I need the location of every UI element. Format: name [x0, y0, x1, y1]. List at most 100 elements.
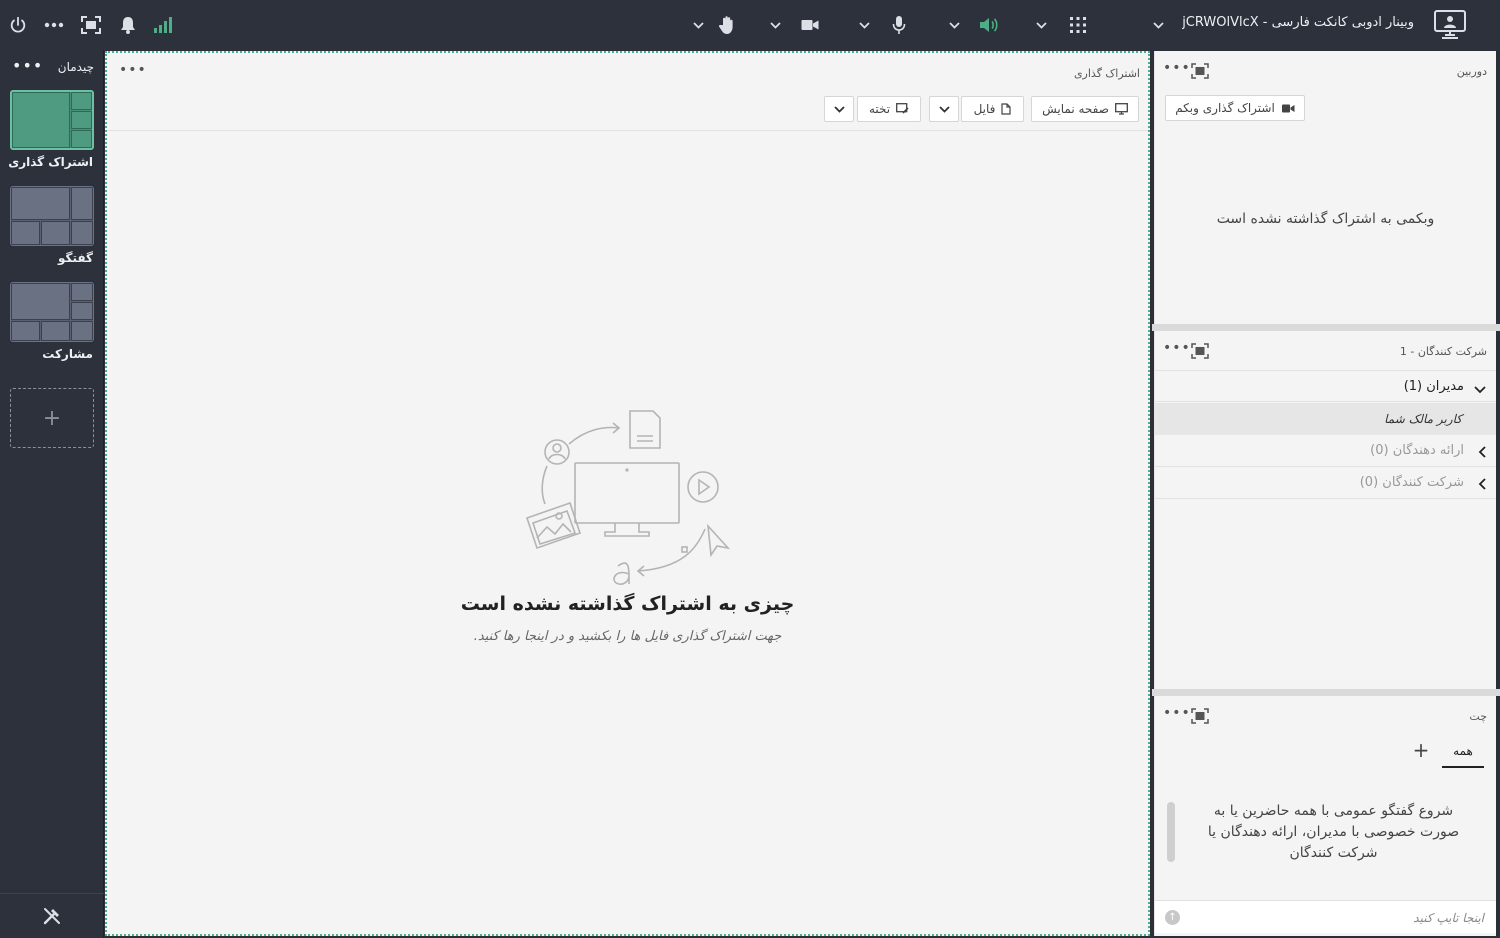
group-participants-label: شرکت کنندگان (0) — [1359, 475, 1464, 490]
more-icon[interactable] — [41, 12, 67, 38]
hand-raise-icon[interactable] — [714, 12, 740, 38]
share-file-dropdown[interactable] — [929, 96, 959, 122]
chat-scrollbar[interactable] — [1167, 802, 1175, 862]
layout-thumb-collaboration[interactable] — [10, 282, 94, 342]
chat-input[interactable]: اینجا تایپ کنید ↑ — [1155, 900, 1496, 933]
layout-cell — [12, 92, 70, 148]
mic-menu-chevron-icon[interactable] — [856, 14, 872, 36]
share-pod-title: اشتراک گذاری — [1073, 67, 1140, 80]
chat-pod-more-icon[interactable]: ••• — [1163, 705, 1191, 721]
participants-pod-more-icon[interactable]: ••• — [1163, 340, 1191, 356]
layout-cell — [71, 302, 93, 320]
chat-welcome-message: شروع گفتگو عمومی با همه حاضرین یا به صور… — [1207, 803, 1460, 861]
maximize-icon[interactable] — [1191, 63, 1211, 81]
camera-pod: دوربین ••• اشتراک گذاری وبکم وبکمی به اش… — [1154, 51, 1496, 324]
share-whiteboard-button[interactable]: تخته — [857, 96, 921, 122]
signal-icon — [150, 12, 176, 38]
webcam-icon — [1281, 104, 1295, 112]
participants-pod-title: شرکت کنندگان - 1 — [1399, 345, 1487, 358]
layout-cell — [71, 321, 93, 341]
group-presenters-label: ارائه دهندگان (0) — [1370, 443, 1464, 458]
layout-cell — [71, 92, 92, 110]
chat-pod-title: چت — [1469, 710, 1487, 723]
sidebar-divider — [0, 893, 104, 894]
group-hosts[interactable]: مدیران (1) — [1155, 370, 1496, 402]
speaker-menu-chevron-icon[interactable] — [946, 14, 962, 36]
speaker-icon[interactable] — [977, 12, 1003, 38]
layout-cell — [11, 321, 40, 341]
top-bar: وبینار ادوبی کانکت فارسی - jCRWOlVlcX — [0, 0, 1500, 50]
camera-pod-header: دوربین ••• — [1155, 51, 1496, 91]
chat-pod-header: چت ••• — [1155, 696, 1496, 736]
apps-grid-icon[interactable] — [1065, 12, 1091, 38]
layout-label-discussion[interactable]: گفتگو — [58, 251, 93, 265]
layout-thumb-discussion[interactable] — [10, 186, 94, 246]
empty-share-title: چیزی به اشتراک گذاشته نشده است — [460, 593, 795, 615]
maximize-icon[interactable] — [1191, 708, 1211, 726]
apps-menu-chevron-icon[interactable] — [1033, 14, 1049, 36]
layout-label-sharing[interactable]: اشتراک گذاری — [8, 155, 93, 169]
layout-cell — [71, 130, 92, 148]
share-pod-more-icon[interactable]: ••• — [119, 62, 147, 78]
share-pod: اشتراک گذاری ••• صفحه نمایش فایل تخته چی… — [105, 51, 1150, 936]
layout-cell — [71, 283, 93, 301]
meeting-menu-chevron-icon[interactable] — [1150, 14, 1166, 36]
no-webcam-message: وبکمی به اشتراک گذاشته نشده است — [1216, 211, 1435, 227]
camera-pod-title: دوربین — [1456, 65, 1487, 78]
tools-icon[interactable] — [42, 906, 62, 926]
participants-pod-header: شرکت کنندگان - 1 ••• — [1155, 331, 1496, 371]
monitor-icon — [1114, 103, 1128, 115]
fullscreen-icon[interactable] — [78, 12, 104, 38]
share-webcam-button[interactable]: اشتراک گذاری وبکم — [1165, 95, 1305, 121]
empty-share-illustration — [525, 410, 731, 585]
chevron-down-icon — [833, 105, 845, 113]
chat-tab-all[interactable]: همه — [1442, 740, 1484, 768]
meeting-monitor-icon — [1432, 8, 1468, 42]
share-file-label: فایل — [973, 102, 996, 116]
whiteboard-icon — [896, 103, 909, 114]
share-screen-button[interactable]: صفحه نمایش — [1031, 96, 1139, 122]
chevron-down-icon — [938, 105, 950, 113]
add-chat-tab-button[interactable]: + — [1410, 740, 1432, 762]
bell-icon[interactable] — [115, 12, 141, 38]
chevron-left-icon — [1472, 443, 1486, 458]
layout-cell — [71, 221, 93, 245]
share-whiteboard-dropdown[interactable] — [824, 96, 854, 122]
empty-share-subtitle: جهت اشتراک گذاری فایل ها را بکشید و در ا… — [473, 629, 782, 644]
chat-pod: چت ••• همه + شروع گفتگو عمومی با همه حاض… — [1154, 696, 1496, 936]
file-icon — [1001, 103, 1012, 115]
camera-icon[interactable] — [797, 12, 823, 38]
layout-label-collaboration[interactable]: مشارکت — [42, 347, 93, 361]
share-file-button[interactable]: فایل — [961, 96, 1024, 122]
participant-name: کاربر مالک شما — [1384, 412, 1462, 426]
layout-cell — [71, 187, 93, 220]
layout-cell — [11, 187, 70, 220]
power-icon[interactable] — [5, 12, 31, 38]
hand-menu-chevron-icon[interactable] — [690, 14, 706, 36]
layout-cell — [41, 221, 70, 245]
layouts-sidebar: چیدمان ••• اشتراک گذاری گفتگو مشارکت + — [0, 50, 104, 938]
group-hosts-label: مدیران (1) — [1403, 379, 1464, 394]
add-layout-button[interactable]: + — [10, 388, 94, 448]
pod-separator — [1152, 324, 1500, 331]
chevron-left-icon — [1472, 475, 1486, 490]
share-screen-label: صفحه نمایش — [1042, 102, 1109, 116]
layouts-more-icon[interactable]: ••• — [12, 56, 43, 75]
participant-current-user[interactable]: کاربر مالک شما — [1155, 403, 1496, 435]
group-presenters[interactable]: ارائه دهندگان (0) — [1155, 435, 1496, 467]
participants-pod: شرکت کنندگان - 1 ••• مدیران (1) کاربر ما… — [1154, 331, 1496, 689]
layout-cell — [11, 283, 70, 320]
chat-input-placeholder: اینجا تایپ کنید — [1413, 911, 1484, 925]
layout-cell — [11, 221, 40, 245]
maximize-icon[interactable] — [1191, 343, 1211, 361]
send-icon[interactable]: ↑ — [1165, 910, 1180, 925]
group-participants[interactable]: شرکت کنندگان (0) — [1155, 467, 1496, 499]
layout-cell — [71, 111, 92, 129]
share-webcam-label: اشتراک گذاری وبکم — [1175, 101, 1275, 115]
layout-cell — [41, 321, 70, 341]
layout-thumb-sharing[interactable] — [10, 90, 94, 150]
layouts-title: چیدمان — [57, 60, 94, 74]
camera-menu-chevron-icon[interactable] — [767, 14, 783, 36]
camera-pod-more-icon[interactable]: ••• — [1163, 60, 1191, 76]
mic-icon[interactable] — [886, 12, 912, 38]
